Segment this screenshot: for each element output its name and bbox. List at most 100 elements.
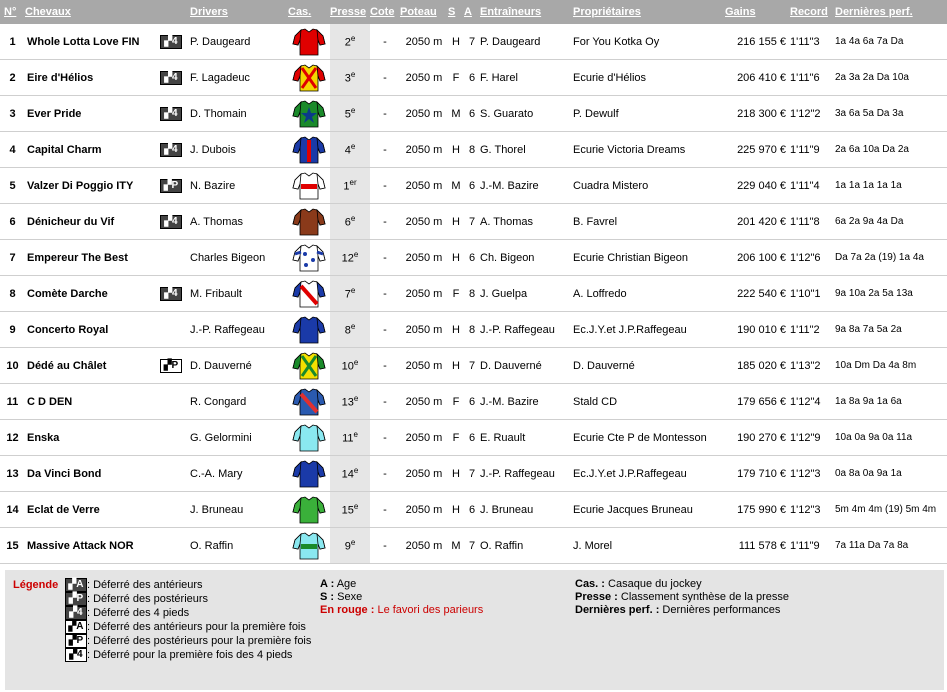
driver-name[interactable]: C.-A. Mary <box>190 455 288 492</box>
owner-name[interactable]: D. Dauverné <box>573 347 725 384</box>
col-cas[interactable]: Cas. <box>288 0 330 24</box>
trainer-name[interactable]: O. Raffin <box>480 527 573 564</box>
horse-name[interactable]: Eclat de Verre <box>25 491 160 528</box>
table-row[interactable]: 11 C D DEN R. Congard 13e - 2050 m F 6 J… <box>0 383 947 420</box>
trainer-name[interactable]: A. Thomas <box>480 203 573 240</box>
col-owners[interactable]: Propriétaires <box>573 0 725 24</box>
trainer-name[interactable]: E. Ruault <box>480 419 573 456</box>
col-poteau[interactable]: Poteau <box>400 0 448 24</box>
horse-name[interactable]: Dénicheur du Vif <box>25 203 160 240</box>
col-presse[interactable]: Presse <box>330 0 370 24</box>
driver-name[interactable]: D. Dauverné <box>190 347 288 384</box>
driver-name[interactable]: F. Lagadeuc <box>190 59 288 96</box>
table-row[interactable]: 6 Dénicheur du Vif ▞4 A. Thomas 6e - 205… <box>0 203 947 240</box>
trainer-name[interactable]: J.-P. Raffegeau <box>480 455 573 492</box>
driver-name[interactable]: A. Thomas <box>190 203 288 240</box>
owner-name[interactable]: J. Morel <box>573 527 725 564</box>
driver-name[interactable]: J. Dubois <box>190 131 288 168</box>
owner-name[interactable]: Stald CD <box>573 383 725 420</box>
table-row[interactable]: 8 Comète Darche ▞4 M. Fribault 7e - 2050… <box>0 275 947 312</box>
col-num[interactable]: N° <box>0 0 25 24</box>
col-trainers[interactable]: Entraîneurs <box>480 0 573 24</box>
horse-name[interactable]: Dédé au Châlet <box>25 347 160 384</box>
trainer-name[interactable]: J.-P. Raffegeau <box>480 311 573 348</box>
driver-name[interactable]: J.-P. Raffegeau <box>190 311 288 348</box>
horse-name[interactable]: Ever Pride <box>25 95 160 132</box>
trainer-name[interactable]: J. Bruneau <box>480 491 573 528</box>
owner-name[interactable]: Ecurie Victoria Dreams <box>573 131 725 168</box>
trainer-name[interactable]: S. Guarato <box>480 95 573 132</box>
trainer-name[interactable]: J. Guelpa <box>480 275 573 312</box>
col-horses[interactable]: Chevaux <box>25 0 160 24</box>
horse-name[interactable]: Massive Attack NOR <box>25 527 160 564</box>
trainer-name[interactable]: G. Thorel <box>480 131 573 168</box>
table-row[interactable]: 4 Capital Charm ▞4 J. Dubois 4e - 2050 m… <box>0 131 947 168</box>
horse-sex: F <box>448 383 464 420</box>
trainer-name[interactable]: J.-M. Bazire <box>480 383 573 420</box>
horse-name[interactable]: Capital Charm <box>25 131 160 168</box>
table-row[interactable]: 7 Empereur The Best Charles Bigeon 12e -… <box>0 239 947 276</box>
legend-badge-item: ▞4: Déferré pour la première fois des 4 … <box>65 648 315 662</box>
owner-name[interactable]: Ecurie Christian Bigeon <box>573 239 725 276</box>
col-age[interactable]: A <box>464 0 480 24</box>
driver-name[interactable]: P. Daugeard <box>190 24 288 60</box>
col-cote[interactable]: Cote <box>370 0 400 24</box>
horse-name[interactable]: Eire d'Hélios <box>25 59 160 96</box>
trainer-name[interactable]: Ch. Bigeon <box>480 239 573 276</box>
horse-name[interactable]: Comète Darche <box>25 275 160 312</box>
owner-name[interactable]: A. Loffredo <box>573 275 725 312</box>
owner-name[interactable]: P. Dewulf <box>573 95 725 132</box>
driver-name[interactable]: D. Thomain <box>190 95 288 132</box>
horse-name[interactable]: Empereur The Best <box>25 239 160 276</box>
table-row[interactable]: 2 Eire d'Hélios ▞4 F. Lagadeuc 3e - 2050… <box>0 59 947 96</box>
jacket-cell <box>288 275 330 312</box>
owner-name[interactable]: B. Favrel <box>573 203 725 240</box>
table-row[interactable]: 9 Concerto Royal J.-P. Raffegeau 8e - 20… <box>0 311 947 348</box>
col-gains[interactable]: Gains <box>725 0 790 24</box>
presse-rank: 15e <box>330 491 370 528</box>
owner-name[interactable]: Ec.J.Y.et J.P.Raffegeau <box>573 311 725 348</box>
legend-item: En rouge : Le favori des parieurs <box>320 604 560 617</box>
driver-name[interactable]: J. Bruneau <box>190 491 288 528</box>
table-row[interactable]: 15 Massive Attack NOR O. Raffin 9e - 205… <box>0 527 947 564</box>
owner-name[interactable]: Ecurie Cte P de Montesson <box>573 419 725 456</box>
driver-name[interactable]: Charles Bigeon <box>190 239 288 276</box>
trainer-name[interactable]: P. Daugeard <box>480 24 573 60</box>
owner-name[interactable]: Ecurie d'Hélios <box>573 59 725 96</box>
horse-name[interactable]: Concerto Royal <box>25 311 160 348</box>
horse-name[interactable]: C D DEN <box>25 383 160 420</box>
driver-name[interactable]: G. Gelormini <box>190 419 288 456</box>
trainer-name[interactable]: F. Harel <box>480 59 573 96</box>
last-performances: 3a 6a 5a Da 3a <box>835 95 947 132</box>
driver-name[interactable]: O. Raffin <box>190 527 288 564</box>
last-performances: 9a 8a 7a 5a 2a <box>835 311 947 348</box>
poteau-distance: 2050 m <box>400 455 448 492</box>
driver-name[interactable]: M. Fribault <box>190 275 288 312</box>
table-row[interactable]: 3 Ever Pride ▞4 D. Thomain 5e - 2050 m M… <box>0 95 947 132</box>
horse-sex: M <box>448 527 464 564</box>
driver-name[interactable]: N. Bazire <box>190 167 288 204</box>
owner-name[interactable]: Ecurie Jacques Bruneau <box>573 491 725 528</box>
col-perf[interactable]: Dernières perf. <box>835 0 947 24</box>
trainer-name[interactable]: J.-M. Bazire <box>480 167 573 204</box>
owner-name[interactable]: For You Kotka Oy <box>573 24 725 60</box>
driver-name[interactable]: R. Congard <box>190 383 288 420</box>
table-row[interactable]: 5 Valzer Di Poggio ITY ▞P N. Bazire 1er … <box>0 167 947 204</box>
owner-name[interactable]: Cuadra Mistero <box>573 167 725 204</box>
table-row[interactable]: 13 Da Vinci Bond C.-A. Mary 14e - 2050 m… <box>0 455 947 492</box>
trainer-name[interactable]: D. Dauverné <box>480 347 573 384</box>
table-row[interactable]: 1 Whole Lotta Love FIN ▞4 P. Daugeard 2e… <box>0 24 947 60</box>
table-row[interactable]: 12 Enska G. Gelormini 11e - 2050 m F 6 E… <box>0 419 947 456</box>
owner-name[interactable]: Ec.J.Y.et J.P.Raffegeau <box>573 455 725 492</box>
table-row[interactable]: 10 Dédé au Châlet ▞P D. Dauverné 10e - 2… <box>0 347 947 384</box>
col-drivers[interactable]: Drivers <box>190 0 288 24</box>
horse-name[interactable]: Enska <box>25 419 160 456</box>
legend-title: Légende <box>13 579 59 591</box>
horse-name[interactable]: Valzer Di Poggio ITY <box>25 167 160 204</box>
runner-number: 13 <box>0 455 25 492</box>
col-record[interactable]: Record <box>790 0 835 24</box>
horse-name[interactable]: Whole Lotta Love FIN <box>25 24 160 60</box>
col-sexe[interactable]: S <box>448 0 464 24</box>
table-row[interactable]: 14 Eclat de Verre J. Bruneau 15e - 2050 … <box>0 491 947 528</box>
horse-name[interactable]: Da Vinci Bond <box>25 455 160 492</box>
